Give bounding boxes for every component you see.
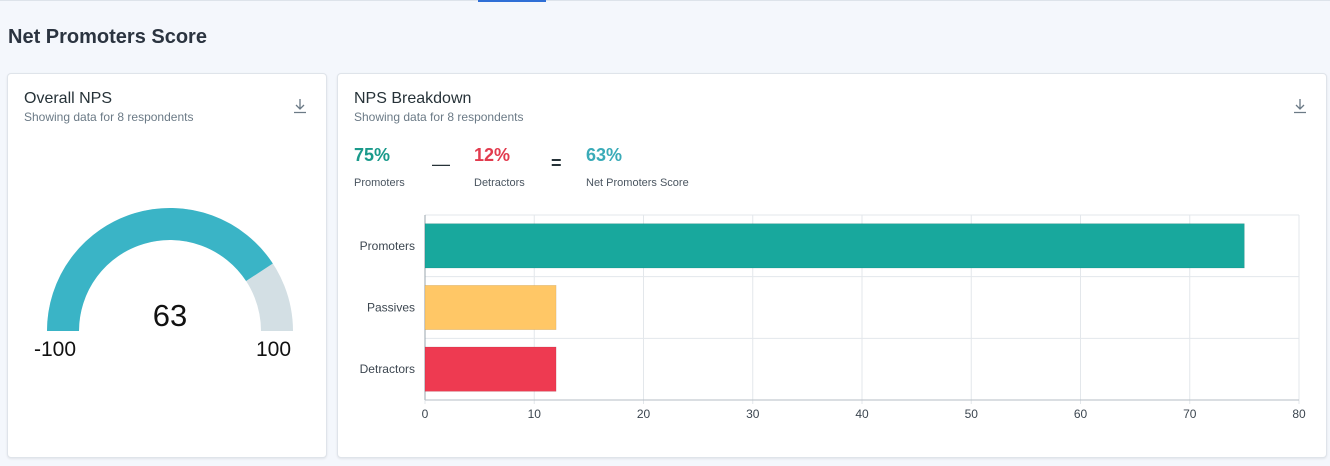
nps-label: Net Promoters Score — [586, 177, 689, 189]
gauge-value: 63 — [152, 298, 188, 333]
x-tick-label: 80 — [1292, 407, 1306, 421]
page-title: Net Promoters Score — [8, 26, 207, 48]
detractors-percent: 12% — [474, 145, 511, 165]
bar-passives — [424, 285, 557, 330]
gauge-max-label: 100 — [256, 338, 292, 361]
x-tick-label: 50 — [965, 407, 979, 421]
minus-operator: — — [432, 154, 450, 174]
x-tick-label: 30 — [746, 407, 760, 421]
detractors-label: Detractors — [474, 177, 525, 189]
equals-operator: = — [551, 153, 562, 173]
bar-detractors — [424, 346, 557, 392]
x-tick-label: 0 — [422, 407, 429, 421]
nps-breakdown-chart: Promoters Passives Detractors 0 10 20 30 40 50 60… — [360, 214, 1306, 421]
y-tick-label: Promoters — [360, 239, 415, 253]
promoters-percent: 75% — [354, 145, 391, 165]
promoters-label: Promoters — [354, 177, 405, 189]
x-tick-label: 20 — [637, 407, 651, 421]
y-tick-label: Detractors — [360, 362, 415, 376]
gauge-min-label: -100 — [34, 338, 77, 361]
nps-breakdown-title: NPS Breakdown — [354, 90, 472, 107]
download-icon[interactable] — [1293, 98, 1307, 114]
overall-nps-title: Overall NPS — [24, 90, 113, 107]
active-tab-indicator — [478, 0, 546, 2]
overall-nps-subtitle: Showing data for 8 respondents — [24, 110, 194, 124]
x-tick-label: 40 — [855, 407, 869, 421]
download-icon[interactable] — [293, 98, 307, 114]
x-tick-label: 10 — [528, 407, 542, 421]
top-divider — [0, 0, 1330, 1]
bar-promoters — [424, 223, 1245, 269]
nps-breakdown-subtitle: Showing data for 8 respondents — [354, 110, 524, 124]
x-tick-label: 60 — [1074, 407, 1088, 421]
x-tick-label: 70 — [1183, 407, 1197, 421]
y-tick-label: Passives — [367, 301, 415, 315]
nps-percent: 63% — [586, 145, 623, 165]
